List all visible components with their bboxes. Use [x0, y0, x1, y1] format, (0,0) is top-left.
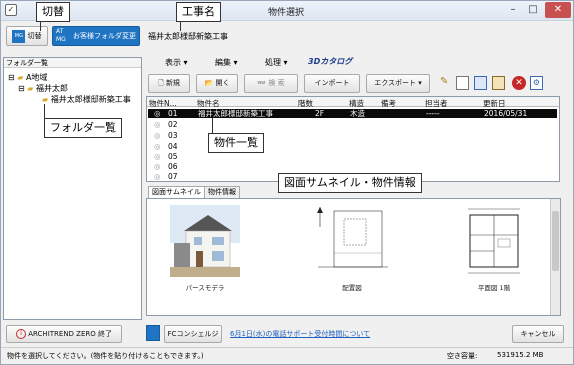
row-icon: ◎ [154, 142, 161, 151]
col-header-floors[interactable]: 階数 [298, 98, 313, 109]
status-message: 物件を選択してください。(物件を貼り付けることもできます。) [7, 352, 204, 360]
row-icon: ◎ [154, 120, 161, 129]
col-header-no[interactable]: 物件N... [149, 98, 177, 109]
col-header-staff[interactable]: 担当者 [425, 98, 448, 109]
collapse-icon[interactable]: ⊟ [8, 73, 15, 82]
tree-item-area[interactable]: ⊟ ▰ A地域 [8, 72, 47, 83]
mg-icon: MG [12, 29, 26, 43]
thumbnail-label: 平面図 1階 [477, 284, 511, 292]
support-notice-link[interactable]: 6月1日(水)の電話サポート受付時間について [230, 329, 370, 339]
floor-plan-image [468, 208, 520, 274]
open-button[interactable]: 📂 開く [196, 74, 238, 93]
house-perspective-image [170, 205, 240, 277]
new-button[interactable]: 🗋 新規 [148, 74, 190, 93]
callout-line [40, 22, 41, 31]
menu-process[interactable]: 処理 ▾ [265, 57, 288, 68]
thumbnail-label: パースモデラ [185, 284, 225, 292]
brush-icon[interactable]: ✎ [440, 76, 453, 90]
status-bar: 物件を選択してください。(物件を貼り付けることもできます。) 空き容量: 531… [1, 347, 573, 364]
tree-item-project[interactable]: ▰ 福井太郎様邸新築工事 [42, 94, 141, 105]
concierge-button[interactable]: FCコンシェルジュ [164, 325, 222, 354]
concierge-icon[interactable] [146, 325, 160, 341]
menu-view[interactable]: 表示 ▾ [165, 57, 188, 68]
project-name: 福井太郎様邸新築工事 [148, 32, 228, 41]
table-row[interactable]: ◎ 06 [148, 162, 557, 171]
callout-thumbnail: 図面サムネイル・物件情報 [278, 173, 422, 193]
folder-panel-header: フォルダ一覧 [4, 58, 141, 68]
row-icon: ◎ [154, 109, 161, 118]
atmg-icon: AT MG [56, 28, 66, 43]
move-icon[interactable] [474, 76, 487, 90]
callout-switch: 切替 [36, 2, 70, 22]
callout-line [180, 22, 181, 31]
callout-line [212, 118, 213, 133]
col-header-note[interactable]: 備考 [381, 98, 396, 109]
tab-thumbnail[interactable]: 図面サムネイル [148, 186, 205, 198]
folder-icon: ▰ [42, 95, 49, 104]
exit-icon: I [16, 329, 26, 339]
catalog-3d-button[interactable]: 3Dカタログ [308, 56, 352, 67]
site-plan-image [317, 207, 388, 268]
callout-project-name: 工事名 [176, 2, 221, 22]
table-row[interactable]: ◎ 01 福井太郎様邸新築工事 2F 木造 ----- 2016/05/31 [148, 109, 557, 118]
thumbnail-label: 配置図 [342, 284, 362, 292]
switch-button-label: 切替 [27, 32, 42, 40]
row-icon: ◎ [154, 162, 161, 171]
callout-property-list: 物件一覧 [208, 133, 264, 153]
close-button[interactable]: ✕ [545, 2, 571, 18]
collapse-icon[interactable]: ⊟ [18, 84, 25, 93]
minimize-button[interactable]: – [505, 3, 521, 17]
col-header-structure[interactable]: 構造 [349, 98, 364, 109]
row-icon: ◎ [154, 172, 161, 181]
row-icon: ◎ [154, 152, 161, 161]
switch-button[interactable]: MG 切替 [6, 26, 48, 46]
action-toolbar: 🗋 新規 📂 開く 👓 検 索 インポート エクスポート ▾ ✎ ✕ ⚙ [148, 74, 558, 94]
export-button[interactable]: エクスポート ▾ [366, 74, 430, 93]
col-header-date[interactable]: 更新日 [483, 98, 506, 109]
folder-change-label: お客様フォルダ変更 [73, 32, 136, 40]
menu-edit[interactable]: 編集 ▾ [215, 57, 238, 68]
tab-property-info[interactable]: 物件情報 [204, 186, 240, 198]
folder-icon: ▰ [27, 84, 34, 93]
folder-icon: ▰ [17, 73, 24, 82]
menu-bar: 表示 ▾ 編集 ▾ 処理 ▾ 3Dカタログ [145, 57, 375, 69]
properties-icon[interactable]: ⚙ [530, 76, 543, 90]
maximize-button[interactable]: □ [525, 3, 541, 17]
binoculars-icon: 👓 [257, 79, 267, 87]
thumbnail-scrollbar[interactable] [550, 199, 560, 315]
open-folder-icon: 📂 [204, 79, 214, 87]
table-row[interactable]: ◎ 05 [148, 152, 557, 161]
cancel-button[interactable]: キャンセル [512, 325, 564, 343]
exit-button[interactable]: I ARCHITREND ZERO 終了 [6, 325, 122, 343]
folder-panel: フォルダ一覧 ⊟ ▰ A地域 ⊟ ▰ 福井太郎 ▰ 福井太郎様邸新築工事 [3, 57, 142, 320]
col-header-name[interactable]: 物件名 [197, 98, 220, 109]
paste-icon[interactable] [492, 76, 505, 90]
import-button[interactable]: インポート [304, 74, 360, 93]
table-row[interactable]: ◎ 02 [148, 120, 557, 129]
free-space-value: 531915.2 MB [497, 351, 544, 359]
tree-item-customer[interactable]: ⊟ ▰ 福井太郎 [18, 83, 68, 94]
thumbnail-perspective[interactable] [170, 205, 240, 277]
callout-folder-list: フォルダ一覧 [44, 118, 122, 138]
thumbnail-site-plan[interactable] [312, 205, 392, 277]
scrollbar-thumb[interactable] [552, 211, 559, 271]
delete-icon[interactable]: ✕ [512, 76, 526, 90]
thumbnail-floor-plan[interactable] [460, 205, 528, 277]
search-button[interactable]: 👓 検 索 [244, 74, 298, 93]
copy-icon[interactable] [456, 76, 469, 90]
callout-line [44, 104, 45, 118]
folder-change-button[interactable]: AT MG お客様フォルダ変更 [52, 26, 140, 46]
window-title: 物件選択 [267, 8, 304, 18]
new-document-icon: 🗋 [158, 79, 164, 87]
row-icon: ◎ [154, 131, 161, 140]
free-space-label: 空き容量: [447, 352, 478, 360]
table-header: 物件N... 物件名 階数 構造 備考 担当者 更新日 [147, 97, 559, 109]
